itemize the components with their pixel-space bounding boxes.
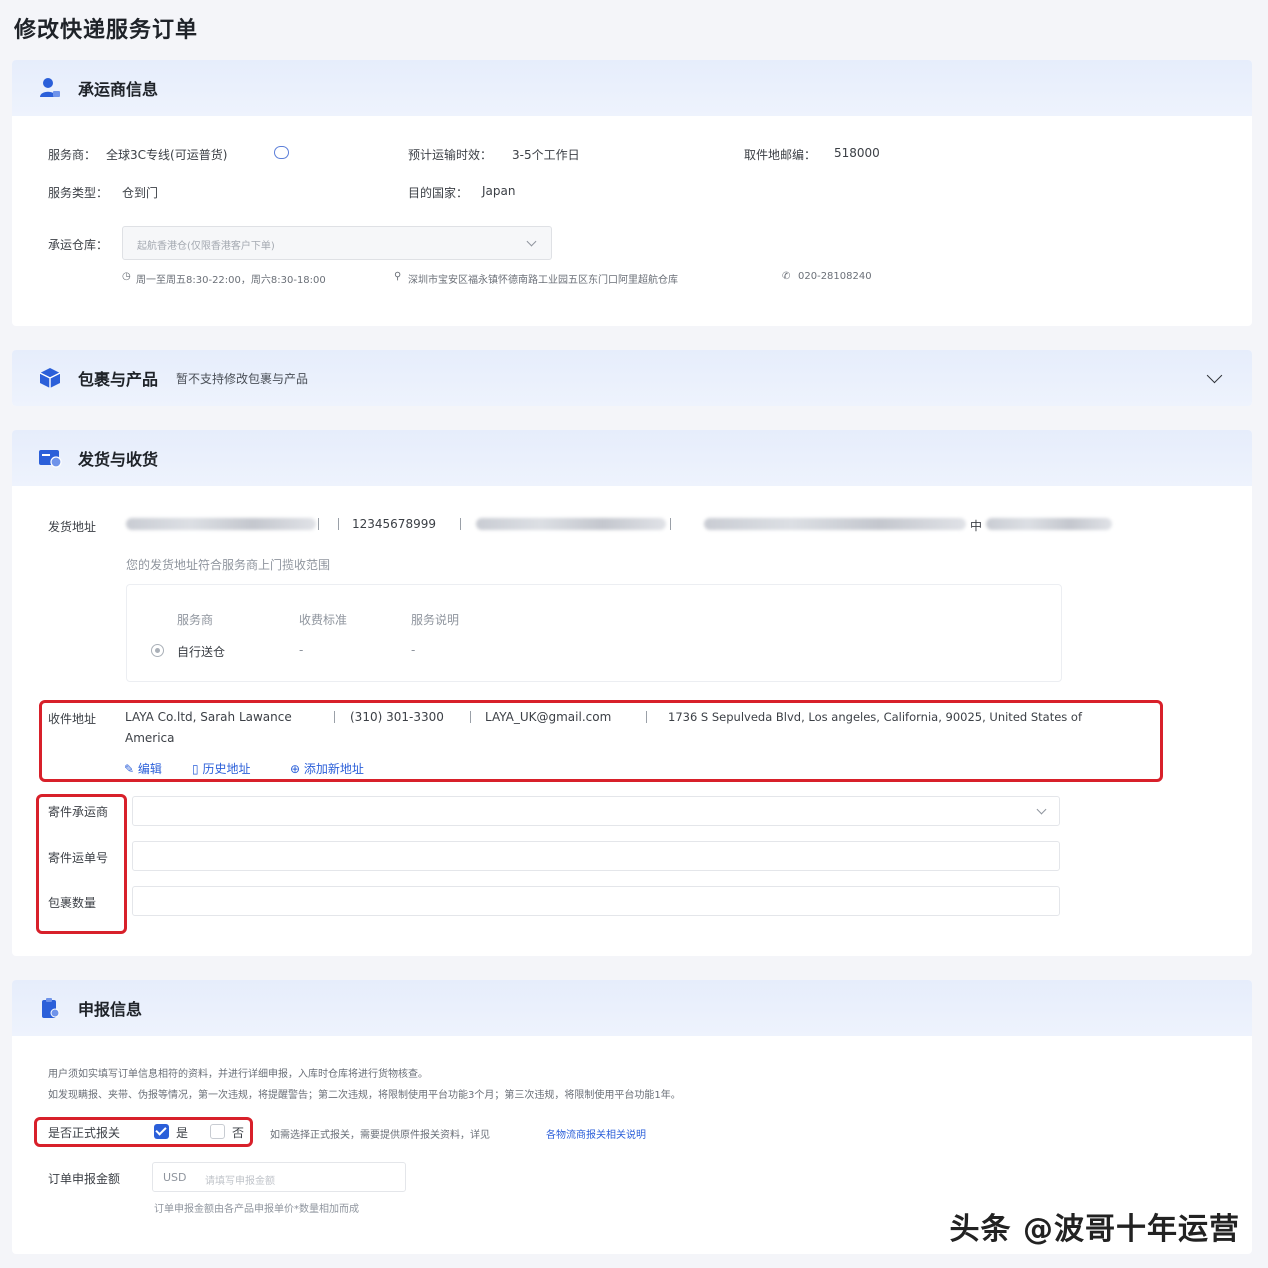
clipboard-icon [38,996,62,1020]
location-pin-icon: ⚲ [394,271,402,282]
sender-address-redacted [704,518,966,530]
tracking-input[interactable] [132,841,1060,871]
warehouse-hours: 周一至周五8:30-22:00，周六8:30-18:00 [136,275,326,286]
amount-placeholder: 请填写申报金额 [205,1176,275,1187]
phone-icon: ✆ [782,271,791,282]
transit-value: 3-5个工作日 [512,148,580,162]
declaration-section-header: 申报信息 [12,980,1252,1036]
carrier-section-header: 承运商信息 [12,60,1252,116]
shipping-section-title: 发货与收货 [78,450,159,469]
customs-hint: 如需选择正式报关，需要提供原件报关资料，详见 [270,1130,490,1141]
warehouse-select[interactable]: 起航香港仓(仅限香港客户下单) [122,226,552,260]
warehouse-phone: 020-28108240 [798,271,872,282]
amount-input[interactable]: USD 请填写申报金额 [152,1162,406,1192]
clock-icon: ◷ [122,271,131,282]
sender-city-fragment: 中 [970,519,983,533]
fields-highlight-box [36,794,127,934]
carrier-select[interactable] [132,796,1060,826]
table-cell: - [299,643,304,657]
service-radio[interactable] [151,644,164,657]
separator [318,518,319,530]
user-icon [38,76,62,100]
package-section-note: 暂不支持修改包裹与产品 [176,371,309,386]
shipping-card-icon [38,446,62,470]
service-provider-value: 全球3C专线(可运普货) [106,148,228,162]
separator [338,518,339,530]
table-header: 收费标准 [299,613,348,627]
table-header: 服务商 [177,613,214,627]
shipping-section-header: 发货与收货 [12,430,1252,486]
package-section-header[interactable]: 包裹与产品 暂不支持修改包裹与产品 [12,350,1252,406]
receiver-highlight-box [39,700,1163,782]
sender-phone: 12345678999 [352,517,436,531]
dest-country-label: 目的国家： [408,186,469,200]
declaration-notice: 如发现瞒报、夹带、伪报等情况，第一次违规，将提醒警告；第二次违规，将限制使用平台… [48,1090,681,1101]
customs-info-link[interactable]: 各物流商报关相关说明 [546,1126,646,1141]
separator [670,518,671,530]
box-icon [38,366,62,390]
warehouse-address: 深圳市宝安区福永镇怀德南路工业园五区东门口阿里超航仓库 [408,275,678,286]
declaration-section-title: 申报信息 [78,1000,143,1019]
warehouse-select-value: 起航香港仓(仅限香港客户下单) [137,241,275,252]
service-provider-label: 服务商： [48,148,97,162]
sender-email-redacted [476,518,666,530]
declaration-notice: 用户须如实填写订单信息相符的资料，并进行详细申报，入库时仓库将进行货物核查。 [48,1069,428,1080]
pickup-service-table: 服务商 收费标准 服务说明 自行送仓 - - [126,584,1062,682]
watermark: 头条 @波哥十年运营 [949,1212,1240,1247]
shipping-section: 发货与收货 发货地址 12345678999 中 您的发货地址符合服务商上门揽收… [12,430,1252,956]
pickup-zip-label: 取件地邮编： [744,148,817,162]
warehouse-label: 承运仓库： [48,238,109,252]
table-header: 服务说明 [411,613,460,627]
table-cell: - [411,643,416,657]
carrier-section-title: 承运商信息 [78,80,159,99]
pickup-zip-value: 518000 [834,146,880,160]
chevron-down-icon [526,236,537,247]
amount-label: 订单申报金额 [48,1172,121,1186]
sender-label: 发货地址 [48,520,97,534]
currency-prefix: USD [163,1171,187,1184]
amount-hint: 订单申报金额由各产品申报单价*数量相加而成 [154,1204,359,1215]
package-section: 包裹与产品 暂不支持修改包裹与产品 [12,350,1252,406]
carrier-section: 承运商信息 服务商： 全球3C专线(可运普货) 预计运输时效： 3-5个工作日 … [12,60,1252,326]
info-bubble-icon[interactable] [274,146,289,159]
chevron-down-icon [1036,804,1047,815]
page-title: 修改快递服务订单 [14,18,199,43]
package-count-input[interactable] [132,886,1060,916]
sender-address-redacted-tail [986,518,1112,530]
customs-highlight-box [34,1117,253,1147]
service-type-label: 服务类型： [48,186,109,200]
sender-name-redacted [126,518,316,530]
separator [460,518,461,530]
table-cell: 自行送仓 [177,645,226,659]
pickup-notice: 您的发货地址符合服务商上门揽收范围 [126,558,331,572]
package-section-title: 包裹与产品 [78,370,159,389]
service-type-value: 仓到门 [122,186,159,200]
transit-label: 预计运输时效： [408,148,493,162]
dest-country-value: Japan [482,184,516,198]
